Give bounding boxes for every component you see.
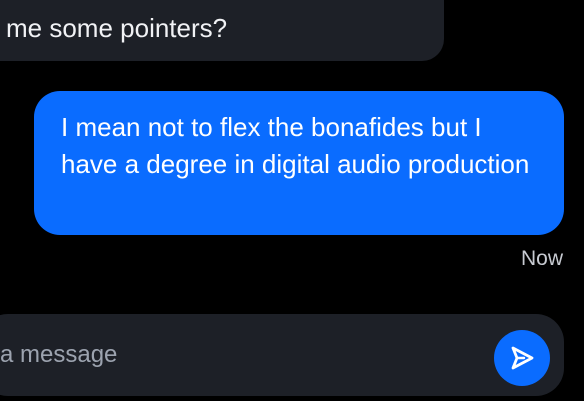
send-button[interactable] [494, 330, 550, 386]
message-input[interactable] [0, 339, 470, 371]
incoming-message-bubble: me some pointers? [0, 0, 444, 61]
outgoing-message-text: I mean not to flex the bonafides but I h… [61, 112, 530, 179]
outgoing-message-bubble: I mean not to flex the bonafides but I h… [34, 91, 564, 235]
send-icon [511, 346, 534, 370]
message-composer [0, 314, 564, 396]
message-timestamp: Now [520, 247, 563, 270]
chat-screen: me some pointers? I mean not to flex the… [0, 0, 584, 401]
incoming-message-text: me some pointers? [6, 13, 228, 43]
